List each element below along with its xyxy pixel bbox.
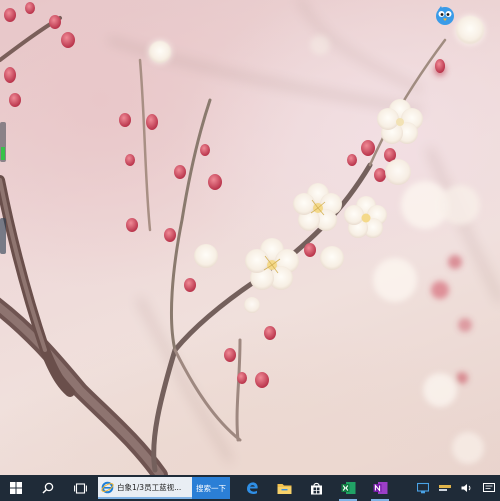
windows-start-icon	[10, 482, 22, 494]
search-once-button[interactable]: 搜索一下	[192, 477, 230, 499]
bird-icon[interactable]	[434, 4, 456, 26]
excel-button[interactable]	[332, 475, 364, 501]
notification-button[interactable]	[478, 475, 500, 501]
internet-explorer-icon	[101, 481, 114, 493]
task-view-button[interactable]	[64, 475, 96, 501]
battery-level-fill	[1, 147, 5, 160]
store-icon	[310, 482, 322, 494]
app-indicator-icon	[439, 485, 451, 491]
search-button[interactable]	[32, 475, 64, 501]
taskbar: 白象1/3员工蓝视... 搜索一下	[0, 475, 500, 501]
ie-task-button[interactable]: 白象1/3员工蓝视...	[98, 477, 192, 499]
system-tray	[412, 475, 500, 501]
network-button[interactable]	[412, 475, 434, 501]
start-button[interactable]	[0, 475, 32, 501]
desktop: 白象1/3员工蓝视... 搜索一下	[0, 0, 500, 501]
onenote-icon	[373, 482, 387, 494]
file-explorer-icon	[277, 483, 291, 494]
network-icon	[417, 482, 429, 494]
volume-button[interactable]	[456, 475, 478, 501]
file-explorer-button[interactable]	[268, 475, 300, 501]
search-icon	[42, 482, 54, 494]
battery-widget	[0, 122, 6, 162]
onenote-button[interactable]	[364, 475, 396, 501]
edge-button[interactable]	[236, 475, 268, 501]
task-view-icon	[73, 482, 87, 494]
ie-task-label: 白象1/3员工蓝视...	[117, 482, 182, 492]
store-button[interactable]	[300, 475, 332, 501]
signal-widget	[0, 218, 6, 254]
plum-blossom-wallpaper	[0, 0, 500, 475]
excel-icon	[341, 482, 355, 494]
volume-icon	[461, 484, 471, 492]
app-indicator-button[interactable]	[434, 475, 456, 501]
edge-icon	[247, 482, 258, 494]
notification-icon	[483, 483, 495, 492]
